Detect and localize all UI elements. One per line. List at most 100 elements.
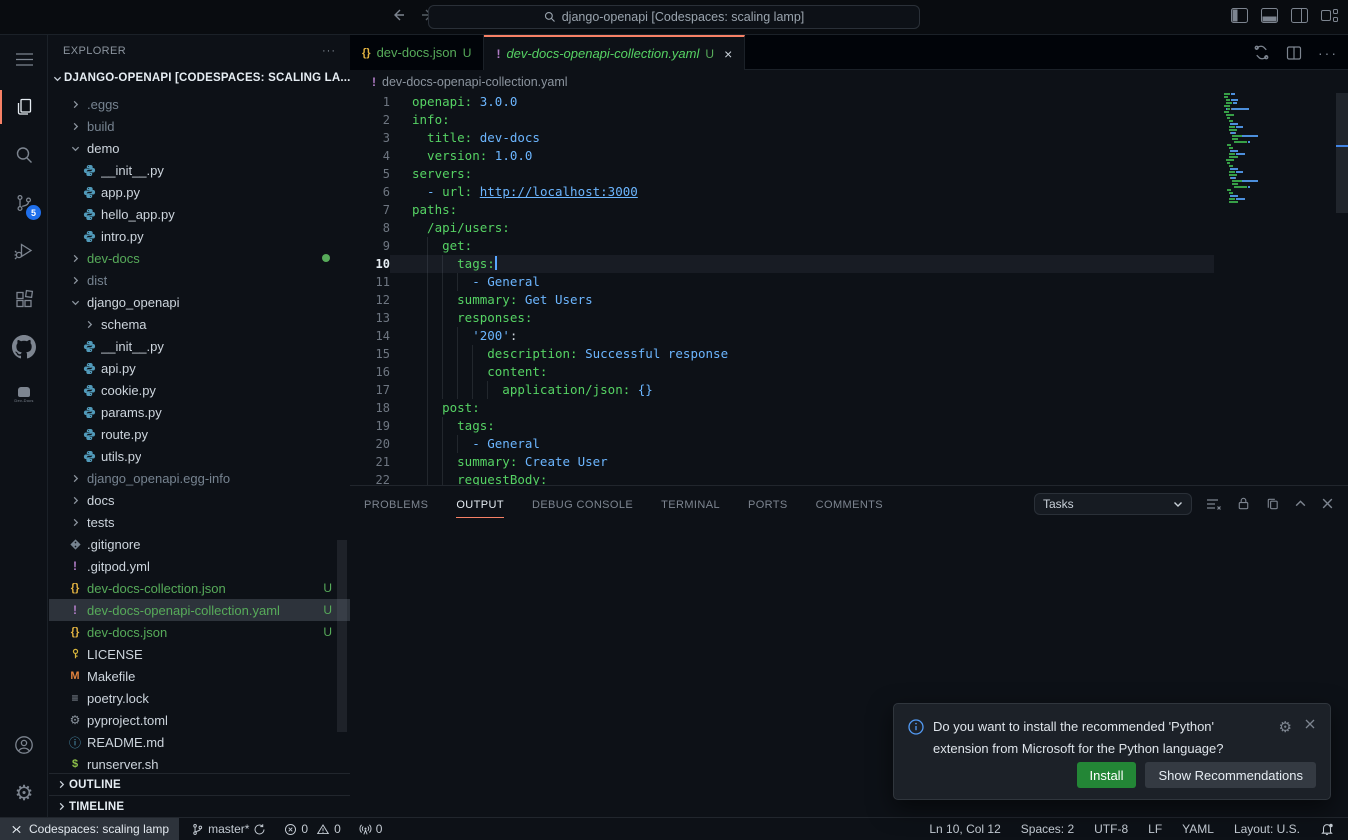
code-line[interactable]: 5servers: xyxy=(350,165,1348,183)
tree-item-eggs[interactable]: .eggs xyxy=(49,93,350,115)
tree-item-runserver-sh[interactable]: $runserver.sh xyxy=(49,753,350,775)
settings-gear-icon[interactable]: ⚙ xyxy=(0,769,48,817)
tree-item-demo[interactable]: demo xyxy=(49,137,350,159)
panel-tab-ports[interactable]: PORTS xyxy=(748,489,788,518)
tree-item-makefile[interactable]: MMakefile xyxy=(49,665,350,687)
output-channel-select[interactable]: Tasks xyxy=(1034,493,1192,515)
tree-item-build[interactable]: build xyxy=(49,115,350,137)
explorer-icon[interactable] xyxy=(0,83,48,131)
code-line[interactable]: 10 tags: xyxy=(350,255,1348,273)
github-icon[interactable] xyxy=(0,323,48,371)
menu-icon[interactable] xyxy=(0,35,48,83)
tree-item-init-py[interactable]: __init__.py xyxy=(49,335,350,357)
code-line[interactable]: 7paths: xyxy=(350,201,1348,219)
branch-indicator[interactable]: master* xyxy=(185,818,272,840)
code-line[interactable]: 14 '200': xyxy=(350,327,1348,345)
tree-item-dev-docs[interactable]: dev-docs xyxy=(49,247,350,269)
code-line[interactable]: 20 - General xyxy=(350,435,1348,453)
code-line[interactable]: 17 application/json: {} xyxy=(350,381,1348,399)
tree-item-pyproject-toml[interactable]: ⚙pyproject.toml xyxy=(49,709,350,731)
tree-item-route-py[interactable]: route.py xyxy=(49,423,350,445)
search-view-icon[interactable] xyxy=(0,131,48,179)
code-line[interactable]: 3 title: dev-docs xyxy=(350,129,1348,147)
code-line[interactable]: 4 version: 1.0.0 xyxy=(350,147,1348,165)
code-line[interactable]: 19 tags: xyxy=(350,417,1348,435)
timeline-section[interactable]: TIMELINE xyxy=(49,795,350,817)
code-line[interactable]: 15 description: Successful response xyxy=(350,345,1348,363)
sidebar-scrollbar[interactable] xyxy=(337,540,347,732)
source-control-icon[interactable]: 5 xyxy=(0,179,48,227)
outline-section[interactable]: OUTLINE xyxy=(49,773,350,795)
breadcrumb[interactable]: ! dev-docs-openapi-collection.yaml xyxy=(350,70,1348,93)
tab-dev-docs-openapi-collection-yaml[interactable]: !dev-docs-openapi-collection.yamlU× xyxy=(484,35,745,70)
panel-tab-output[interactable]: OUTPUT xyxy=(456,489,504,518)
ports-indicator[interactable]: 0 xyxy=(353,818,389,840)
panel-tab-problems[interactable]: PROBLEMS xyxy=(364,489,428,518)
tree-item-api-py[interactable]: api.py xyxy=(49,357,350,379)
code-line[interactable]: 22 requestBody: xyxy=(350,471,1348,485)
toggle-secondary-sidebar-icon[interactable] xyxy=(1291,8,1308,23)
open-changes-icon[interactable] xyxy=(1253,44,1270,61)
code-line[interactable]: 16 content: xyxy=(350,363,1348,381)
code-line[interactable]: 12 summary: Get Users xyxy=(350,291,1348,309)
keyboard-layout[interactable]: Layout: U.S. xyxy=(1228,818,1306,840)
close-panel-icon[interactable] xyxy=(1321,497,1334,510)
run-debug-icon[interactable] xyxy=(0,227,48,275)
tree-item-poetry-lock[interactable]: ≡poetry.lock xyxy=(49,687,350,709)
extensions-icon[interactable] xyxy=(0,275,48,323)
toggle-panel-icon[interactable] xyxy=(1261,8,1278,23)
code-line[interactable]: 2info: xyxy=(350,111,1348,129)
customize-layout-icon[interactable] xyxy=(1321,8,1338,23)
code-editor[interactable]: 1openapi: 3.0.02info:3 title: dev-docs4 … xyxy=(350,93,1348,485)
tree-item-init-py[interactable]: __init__.py xyxy=(49,159,350,181)
install-button[interactable]: Install xyxy=(1077,762,1137,788)
maximize-panel-icon[interactable] xyxy=(1294,497,1307,510)
open-output-in-editor-icon[interactable] xyxy=(1265,496,1280,511)
tree-item-hello-app-py[interactable]: hello_app.py xyxy=(49,203,350,225)
tree-item-params-py[interactable]: params.py xyxy=(49,401,350,423)
tree-item-django-openapi-egg-info[interactable]: django_openapi.egg-info xyxy=(49,467,350,489)
toggle-sidebar-icon[interactable] xyxy=(1231,8,1248,23)
tree-item-license[interactable]: LICENSE xyxy=(49,643,350,665)
tab-dev-docs-json[interactable]: {}dev-docs.jsonU xyxy=(350,35,484,70)
editor-scrollbar[interactable] xyxy=(1336,93,1348,485)
remote-indicator[interactable]: Codespaces: scaling lamp xyxy=(0,818,179,840)
notification-close-icon[interactable] xyxy=(1304,718,1316,730)
tree-item-intro-py[interactable]: intro.py xyxy=(49,225,350,247)
close-tab-icon[interactable]: × xyxy=(724,46,732,62)
command-center-search[interactable]: django-openapi [Codespaces: scaling lamp… xyxy=(428,5,920,29)
code-line[interactable]: 6 - url: http://localhost:3000 xyxy=(350,183,1348,201)
tree-item-docs[interactable]: docs xyxy=(49,489,350,511)
problems-indicator[interactable]: 0 0 xyxy=(278,818,346,840)
code-line[interactable]: 9 get: xyxy=(350,237,1348,255)
clear-output-icon[interactable] xyxy=(1206,496,1222,512)
code-line[interactable]: 21 summary: Create User xyxy=(350,453,1348,471)
lock-scrolling-icon[interactable] xyxy=(1236,496,1251,511)
code-line[interactable]: 1openapi: 3.0.0 xyxy=(350,93,1348,111)
tree-item-dev-docs-collection-json[interactable]: {}dev-docs-collection.jsonU xyxy=(49,577,350,599)
workspace-root-row[interactable]: DJANGO-OPENAPI [CODESPACES: SCALING LA..… xyxy=(49,67,350,89)
tree-item-schema[interactable]: schema xyxy=(49,313,350,335)
tree-item-readme-md[interactable]: ⓘREADME.md xyxy=(49,731,350,753)
tree-item-django-openapi[interactable]: django_openapi xyxy=(49,291,350,313)
tree-item-utils-py[interactable]: utils.py xyxy=(49,445,350,467)
sidebar-more-actions-icon[interactable]: ··· xyxy=(322,45,336,57)
notification-gear-icon[interactable]: ⚙ xyxy=(1279,718,1292,736)
tree-item-dev-docs-openapi-collection-yaml[interactable]: !dev-docs-openapi-collection.yamlU xyxy=(49,599,350,621)
tree-item-gitignore[interactable]: .gitignore xyxy=(49,533,350,555)
account-icon[interactable] xyxy=(0,721,48,769)
split-editor-icon[interactable] xyxy=(1286,45,1302,61)
panel-tab-comments[interactable]: COMMENTS xyxy=(816,489,883,518)
panel-tab-terminal[interactable]: TERMINAL xyxy=(661,489,720,518)
code-line[interactable]: 8 /api/users: xyxy=(350,219,1348,237)
tree-item-tests[interactable]: tests xyxy=(49,511,350,533)
tree-item-dev-docs-json[interactable]: {}dev-docs.jsonU xyxy=(49,621,350,643)
tree-item-dist[interactable]: dist xyxy=(49,269,350,291)
code-line[interactable]: 11 - General xyxy=(350,273,1348,291)
encoding[interactable]: UTF-8 xyxy=(1088,818,1134,840)
eol[interactable]: LF xyxy=(1142,818,1168,840)
notifications-bell-icon[interactable] xyxy=(1314,818,1340,840)
devdocs-extension-icon[interactable]: Dev-Docs xyxy=(0,371,48,419)
tree-item-cookie-py[interactable]: cookie.py xyxy=(49,379,350,401)
back-button[interactable] xyxy=(390,7,406,23)
